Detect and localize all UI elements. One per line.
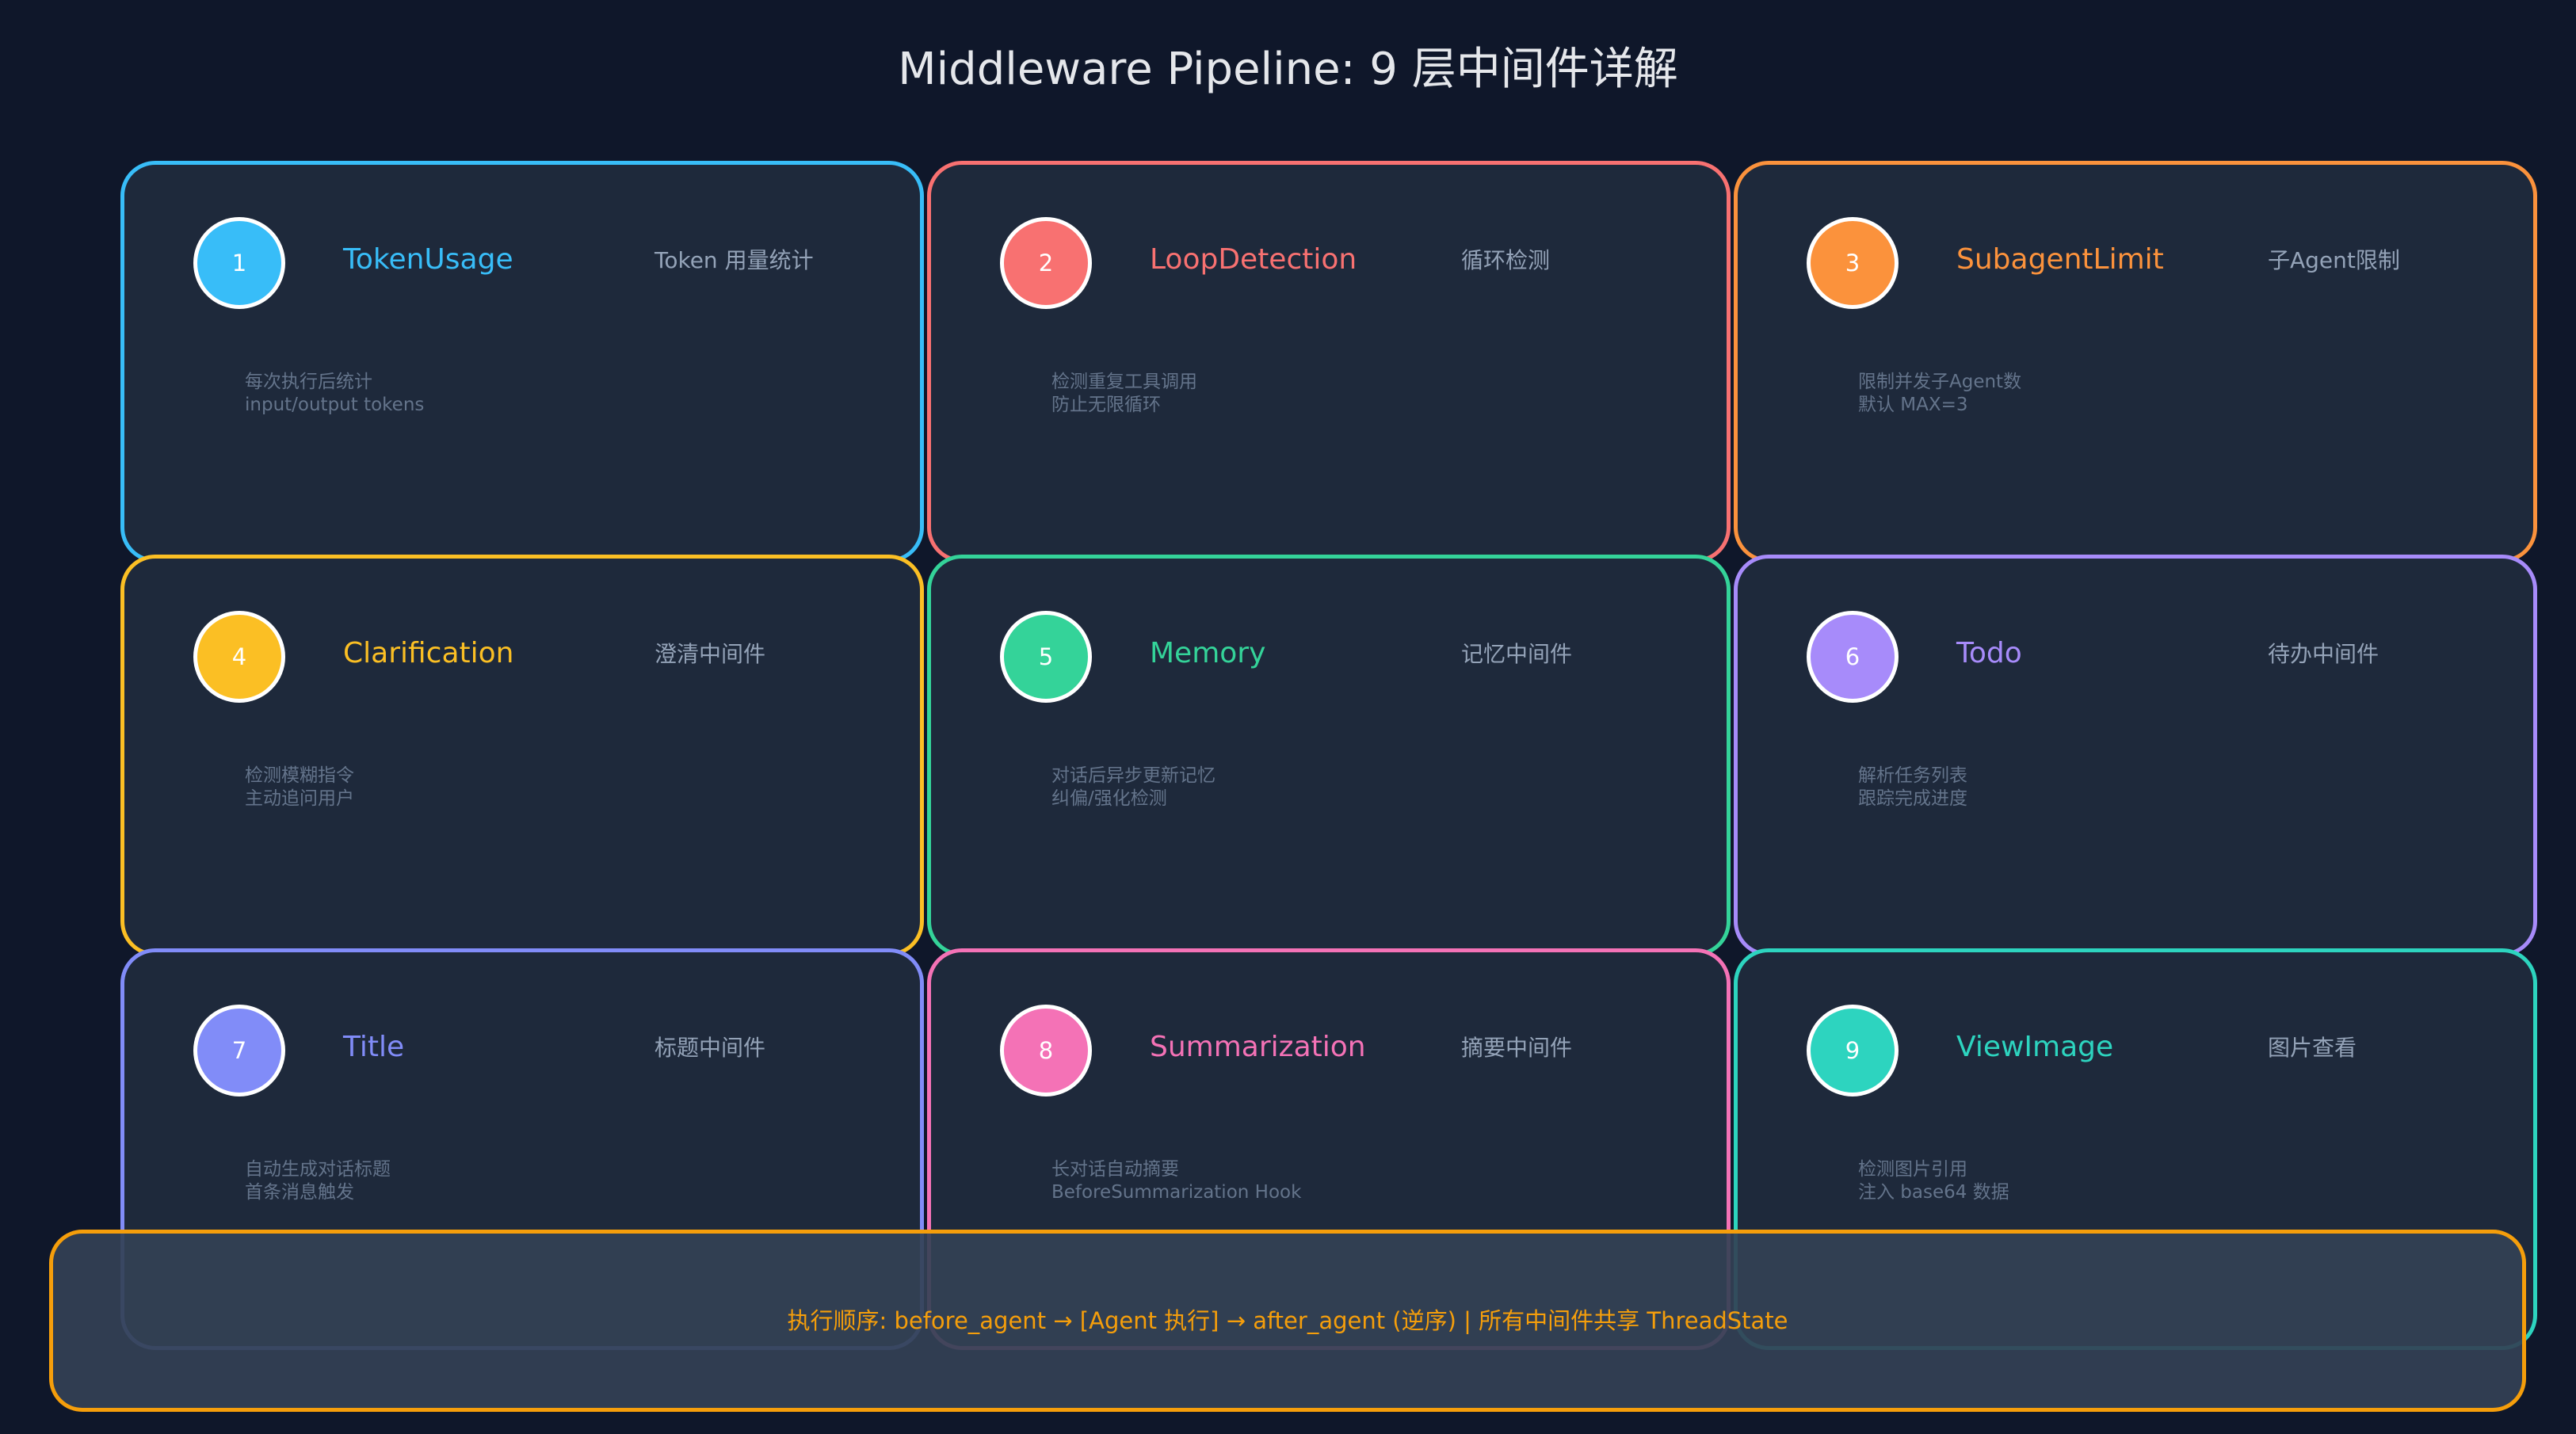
description-line: 对话后异步更新记忆 — [1051, 765, 1215, 786]
middleware-name: Memory — [1150, 637, 1266, 669]
middleware-card-todo: 6 Todo 待办中间件解析任务列表 跟踪完成进度 — [1734, 555, 2537, 956]
middleware-card-loopdetection: 2 LoopDetection 循环检测检测重复工具调用 防止无限循环 — [927, 161, 1731, 563]
middleware-name: Summarization — [1150, 1031, 1366, 1063]
description-line: 长对话自动摘要 — [1051, 1159, 1179, 1180]
description-line: 限制并发子Agent数 — [1858, 372, 2022, 392]
description-line: 每次执行后统计 — [245, 372, 372, 392]
description-line: BeforeSummarization Hook — [1051, 1182, 1302, 1203]
middleware-description: 检测模糊指令 主动追问用户 — [245, 765, 354, 810]
step-number-badge: 9 — [1807, 1005, 1899, 1096]
middleware-description: 长对话自动摘要 BeforeSummarization Hook — [1051, 1158, 1301, 1204]
middleware-chinese-name: 待办中间件 — [2268, 641, 2379, 667]
middleware-description: 检测重复工具调用 防止无限循环 — [1051, 371, 1197, 417]
step-number-badge: 6 — [1807, 611, 1899, 703]
step-number-badge: 4 — [193, 611, 285, 703]
middleware-description: 对话后异步更新记忆 纠偏/强化检测 — [1051, 765, 1215, 810]
diagram-canvas: Middleware Pipeline: 9 层中间件详解 1 TokenUsag… — [0, 0, 2576, 1434]
step-number-badge: 1 — [193, 217, 285, 309]
step-number-badge: 7 — [193, 1005, 285, 1096]
description-line: 防止无限循环 — [1051, 395, 1161, 415]
middleware-chinese-name: 子Agent限制 — [2268, 247, 2400, 273]
middleware-card-memory: 5 Memory 记忆中间件对话后异步更新记忆 纠偏/强化检测 — [927, 555, 1731, 956]
middleware-chinese-name: 图片查看 — [2268, 1035, 2357, 1061]
description-line: 纠偏/强化检测 — [1051, 788, 1167, 809]
description-line: input/output tokens — [245, 395, 425, 415]
step-number-badge: 3 — [1807, 217, 1899, 309]
execution-order-text: 执行顺序: before_agent → [Agent 执行] → after_… — [787, 1307, 1788, 1334]
middleware-description: 解析任务列表 跟踪完成进度 — [1858, 765, 1967, 810]
description-line: 主动追问用户 — [245, 788, 354, 809]
middleware-description: 自动生成对话标题 首条消息触发 — [245, 1158, 391, 1204]
middleware-card-clarification: 4 Clarification 澄清中间件检测模糊指令 主动追问用户 — [120, 555, 924, 956]
middleware-name: LoopDetection — [1150, 243, 1357, 276]
middleware-name: TokenUsage — [343, 243, 513, 276]
middleware-card-tokenusage: 1 TokenUsage Token 用量统计每次执行后统计 input/output… — [120, 161, 924, 563]
middleware-chinese-name: Token 用量统计 — [654, 247, 814, 273]
middleware-name: ViewImage — [1956, 1031, 2114, 1063]
description-line: 自动生成对话标题 — [245, 1159, 391, 1180]
middleware-name: Title — [343, 1031, 405, 1063]
middleware-chinese-name: 循环检测 — [1461, 247, 1551, 273]
description-line: 检测重复工具调用 — [1051, 372, 1197, 392]
step-number-badge: 8 — [1000, 1005, 1092, 1096]
middleware-chinese-name: 标题中间件 — [654, 1035, 766, 1061]
step-number-badge: 5 — [1000, 611, 1092, 703]
middleware-chinese-name: 记忆中间件 — [1461, 641, 1573, 667]
middleware-chinese-name: 澄清中间件 — [654, 641, 766, 667]
description-line: 跟踪完成进度 — [1858, 788, 1967, 809]
middleware-description: 检测图片引用 注入 base64 数据 — [1858, 1158, 2009, 1204]
description-line: 首条消息触发 — [245, 1182, 354, 1203]
middleware-description: 每次执行后统计 input/output tokens — [245, 371, 424, 417]
description-line: 注入 base64 数据 — [1858, 1182, 2009, 1203]
diagram-title: Middleware Pipeline: 9 层中间件详解 — [898, 44, 1678, 95]
middleware-description: 限制并发子Agent数 默认 MAX=3 — [1858, 371, 2021, 417]
step-number-badge: 2 — [1000, 217, 1092, 309]
description-line: 检测模糊指令 — [245, 765, 354, 786]
middleware-name: Clarification — [343, 637, 514, 669]
description-line: 检测图片引用 — [1858, 1159, 1967, 1180]
execution-order-note: 执行顺序: before_agent → [Agent 执行] → after_… — [49, 1230, 2526, 1412]
middleware-name: SubagentLimit — [1956, 243, 2164, 276]
description-line: 默认 MAX=3 — [1858, 395, 1968, 415]
description-line: 解析任务列表 — [1858, 765, 1967, 786]
middleware-chinese-name: 摘要中间件 — [1461, 1035, 1573, 1061]
middleware-card-subagentlimit: 3 SubagentLimit 子Agent限制限制并发子Agent数 默认 MAX=… — [1734, 161, 2537, 563]
middleware-name: Todo — [1956, 637, 2022, 669]
